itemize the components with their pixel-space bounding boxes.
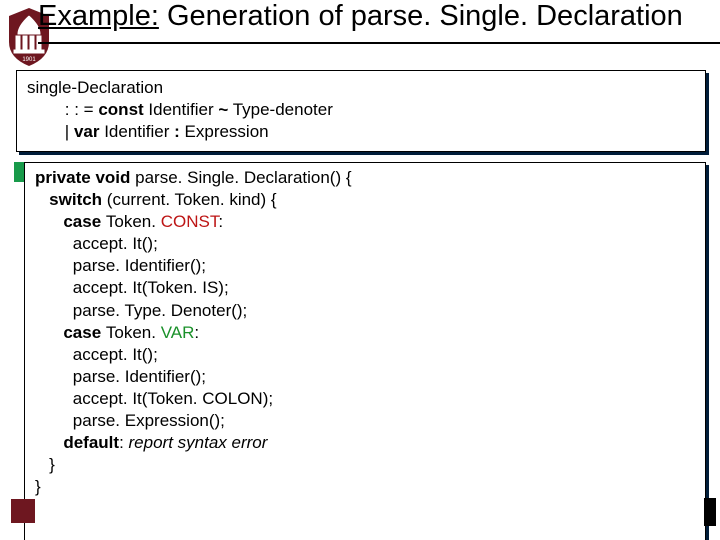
code-line: default: report syntax error (35, 432, 695, 454)
code-line: switch (current. Token. kind) { (35, 189, 695, 211)
code-line: } (35, 476, 695, 498)
title-underline-rule (38, 42, 720, 44)
code-line: parse. Identifier(); (35, 366, 695, 388)
code-line: parse. Identifier(); (35, 255, 695, 277)
code-line: } (35, 454, 695, 476)
code-line: accept. It(Token. IS); (35, 277, 695, 299)
code-line: case Token. CONST: (35, 211, 695, 233)
decoration-green-bar (14, 162, 24, 182)
code-line: parse. Type. Denoter(); (35, 300, 695, 322)
grammar-box: single-Declaration : : = const Identifie… (16, 70, 706, 152)
grammar-line-3: | var Identifier : Expression (27, 121, 695, 143)
code-line: accept. It(); (35, 233, 695, 255)
decoration-black-square (704, 498, 716, 526)
code-box: private void parse. Single. Declaration(… (24, 162, 706, 540)
code-line: accept. It(Token. COLON); (35, 388, 695, 410)
slide: 1901 Example: Generation of parse. Singl… (0, 0, 720, 540)
code-line: private void parse. Single. Declaration(… (35, 167, 695, 189)
code-line: accept. It(); (35, 344, 695, 366)
decoration-maroon-square (11, 499, 35, 523)
slide-title: Example: Generation of parse. Single. De… (38, 0, 720, 40)
grammar-line-2: : : = const Identifier ~ Type-denoter (27, 99, 695, 121)
svg-text:1901: 1901 (22, 57, 36, 63)
code-line: case Token. VAR: (35, 322, 695, 344)
code-line: parse. Expression(); (35, 410, 695, 432)
title-rest: Generation of parse. Single. Declaration (159, 0, 683, 32)
grammar-line-1: single-Declaration (27, 77, 695, 99)
title-underlined: Example: (38, 0, 159, 32)
